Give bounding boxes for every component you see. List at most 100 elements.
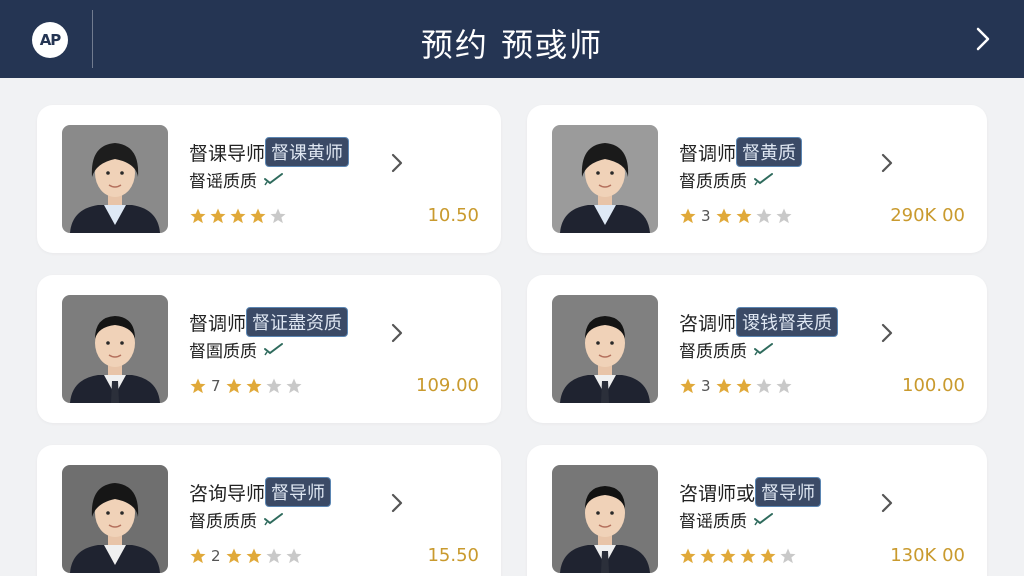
star-icon xyxy=(210,208,226,224)
consultant-qualification: 督圄质质 xyxy=(189,337,285,362)
star-icon xyxy=(270,208,286,224)
chevron-right-icon[interactable] xyxy=(390,151,404,175)
avatar xyxy=(552,125,658,233)
star-icon xyxy=(736,378,752,394)
chevron-right-icon[interactable] xyxy=(972,26,994,52)
chevron-right-icon[interactable] xyxy=(880,151,894,175)
avatar xyxy=(62,125,168,233)
verified-icon xyxy=(264,513,283,526)
qualification-text: 督谣质质 xyxy=(679,511,747,532)
star-icon xyxy=(266,548,282,564)
rating: 2 xyxy=(189,545,303,567)
consultant-name: 咨调师 xyxy=(679,312,737,335)
consultant-name-row: 督调师 督证盡资质 xyxy=(189,307,349,337)
chevron-right-icon[interactable] xyxy=(880,491,894,515)
star-icon xyxy=(190,378,206,394)
consultant-tag: 谡钱督表质 xyxy=(736,307,839,337)
rating-number: 7 xyxy=(211,377,221,395)
verified-icon xyxy=(754,173,773,186)
price: 290K 00 xyxy=(890,205,965,226)
consultant-name-row: 督课导师 督课黄师 xyxy=(189,137,350,167)
price: 15.50 xyxy=(427,545,479,566)
consultant-qualification: 督质质质 xyxy=(679,167,775,192)
consultant-name: 督调师 xyxy=(679,142,737,165)
avatar xyxy=(552,295,658,403)
star-icon xyxy=(716,208,732,224)
consultant-card[interactable]: 督调师 督黄质督质质质 3 290K 00 xyxy=(527,105,987,253)
chevron-right-icon[interactable] xyxy=(390,491,404,515)
qualification-text: 督质质质 xyxy=(679,171,747,192)
consultant-card[interactable]: 咨询导师 督导师 督质质质 2 15.50 xyxy=(37,445,501,576)
qualification-text: 督圄质质 xyxy=(189,341,257,362)
rating: 3 xyxy=(679,205,793,227)
star-icon xyxy=(246,378,262,394)
star-icon xyxy=(756,378,772,394)
avatar xyxy=(62,295,168,403)
consultant-name-row: 咨谓师或 督导师 xyxy=(679,477,822,507)
price: 100.00 xyxy=(902,375,965,396)
qualification-text: 督谣质质 xyxy=(189,171,257,192)
star-icon xyxy=(230,208,246,224)
consultant-tag: 督导师 xyxy=(755,477,822,507)
qualification-text: 督质质质 xyxy=(189,511,257,532)
consultant-grid: 督课导师 督课黄师 督谣质质 10.50 督调师 督黄质 督质质质 3 290K 00 督调师 督证… xyxy=(37,105,987,576)
verified-icon xyxy=(264,173,283,186)
price: 109.00 xyxy=(416,375,479,396)
consultant-qualification: 督质质质 xyxy=(679,337,775,362)
chevron-right-icon[interactable] xyxy=(390,321,404,345)
star-icon xyxy=(266,378,282,394)
star-icon xyxy=(286,548,302,564)
price: 130K 00 xyxy=(890,545,965,566)
consultant-qualification: 督质质质 xyxy=(189,507,285,532)
consultant-name: 咨询导师 xyxy=(189,482,266,505)
star-icon xyxy=(720,548,736,564)
consultant-card[interactable]: 咨调师 谡钱督表质督质质质 3 100.00 xyxy=(527,275,987,423)
verified-icon xyxy=(264,343,283,356)
consultant-card[interactable]: 督课导师 督课黄师 督谣质质 10.50 xyxy=(37,105,501,253)
star-icon xyxy=(246,548,262,564)
star-icon xyxy=(780,548,796,564)
consultant-tag: 督导师 xyxy=(265,477,332,507)
star-icon xyxy=(776,378,792,394)
page-title: 预约 预彧师 xyxy=(420,26,604,64)
consultant-name: 督调师 xyxy=(189,312,247,335)
consultant-tag: 督课黄师 xyxy=(265,137,350,167)
verified-icon xyxy=(754,343,773,356)
consultant-name: 督课导师 xyxy=(189,142,266,165)
rating-number: 3 xyxy=(701,377,711,395)
star-icon xyxy=(680,208,696,224)
star-icon xyxy=(700,548,716,564)
star-icon xyxy=(190,548,206,564)
rating xyxy=(679,545,797,567)
star-icon xyxy=(680,548,696,564)
price: 10.50 xyxy=(427,205,479,226)
consultant-name-row: 咨询导师 督导师 xyxy=(189,477,332,507)
consultant-name-row: 督调师 督黄质 xyxy=(679,137,803,167)
star-icon xyxy=(760,548,776,564)
avatar xyxy=(552,465,658,573)
star-icon xyxy=(776,208,792,224)
rating: 7 xyxy=(189,375,303,397)
rating-number: 2 xyxy=(211,547,221,565)
rating: 3 xyxy=(679,375,793,397)
star-icon xyxy=(740,548,756,564)
star-icon xyxy=(226,378,242,394)
star-icon xyxy=(716,378,732,394)
consultant-name: 咨谓师或 xyxy=(679,482,756,505)
qualification-text: 督质质质 xyxy=(679,341,747,362)
consultant-qualification: 督谣质质 xyxy=(189,167,285,192)
consultant-tag: 督黄质 xyxy=(736,137,803,167)
consultant-card[interactable]: 督调师 督证盡资质督圄质质 7 109.00 xyxy=(37,275,501,423)
star-icon xyxy=(680,378,696,394)
star-icon xyxy=(190,208,206,224)
verified-icon xyxy=(754,513,773,526)
star-icon xyxy=(756,208,772,224)
consultant-card[interactable]: 咨谓师或 督导师 督谣质质 130K 00 xyxy=(527,445,987,576)
avatar xyxy=(62,465,168,573)
consultant-qualification: 督谣质质 xyxy=(679,507,775,532)
star-icon xyxy=(226,548,242,564)
chevron-right-icon[interactable] xyxy=(880,321,894,345)
rating-number: 3 xyxy=(701,207,711,225)
star-icon xyxy=(286,378,302,394)
app-header: AP 预约 预彧师 xyxy=(0,0,1024,78)
